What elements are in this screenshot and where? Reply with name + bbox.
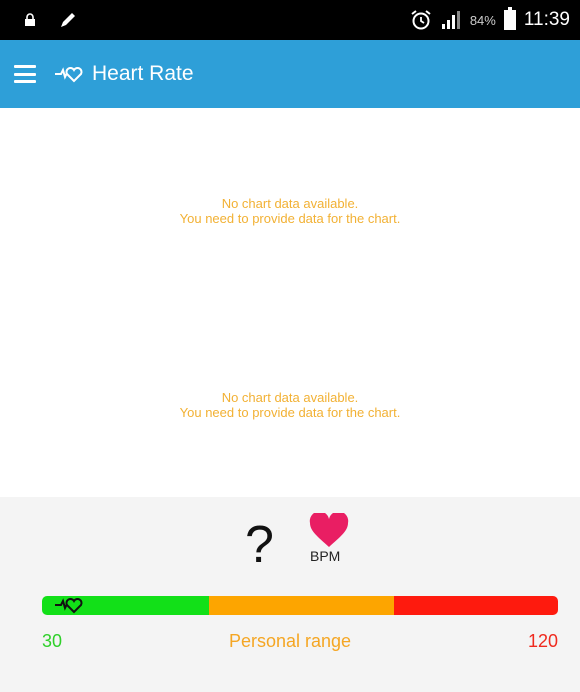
range-max-value: 120 bbox=[527, 631, 558, 651]
personal-range-bar bbox=[42, 596, 558, 615]
chart-empty-message: No chart data available. You need to pro… bbox=[0, 196, 580, 226]
bpm-value: ? bbox=[245, 516, 274, 574]
battery-icon bbox=[503, 7, 516, 30]
clock-time: 11:39 bbox=[523, 9, 570, 30]
app-bar: Heart Rate bbox=[0, 40, 580, 108]
status-bar: 84% 11:39 bbox=[0, 0, 580, 40]
status-left bbox=[24, 10, 78, 30]
alarm-icon bbox=[411, 10, 431, 30]
battery-percent: 84% bbox=[469, 12, 496, 28]
heart-rate-icon bbox=[55, 67, 83, 83]
range-segment-mid bbox=[209, 596, 394, 615]
signal-icon bbox=[441, 11, 460, 29]
edit-pen-icon bbox=[61, 13, 75, 27]
range-segment-high bbox=[394, 596, 558, 615]
heart-rate-marker-icon bbox=[55, 598, 83, 614]
page-title: Heart Rate bbox=[92, 62, 194, 85]
heart-rate-screen: 84% 11:39 Heart Rate No chart data avail… bbox=[0, 0, 580, 692]
menu-icon[interactable] bbox=[14, 65, 36, 83]
status-right: 84% 11:39 bbox=[410, 7, 570, 32]
chart-empty-line: No chart data available. bbox=[221, 196, 359, 211]
chart-empty-line: You need to provide data for the chart. bbox=[179, 211, 401, 226]
lock-icon bbox=[25, 13, 35, 26]
chart-empty-line: You need to provide data for the chart. bbox=[179, 405, 401, 420]
bpm-unit-label: BPM bbox=[310, 548, 341, 564]
chart-empty-line: No chart data available. bbox=[221, 390, 359, 405]
heart-icon bbox=[309, 513, 349, 547]
range-label: Personal range bbox=[228, 631, 352, 651]
heart-rate-panel: ? BPM 30 Personal range 120 bbox=[0, 497, 580, 692]
chart-empty-message: No chart data available. You need to pro… bbox=[0, 390, 580, 420]
